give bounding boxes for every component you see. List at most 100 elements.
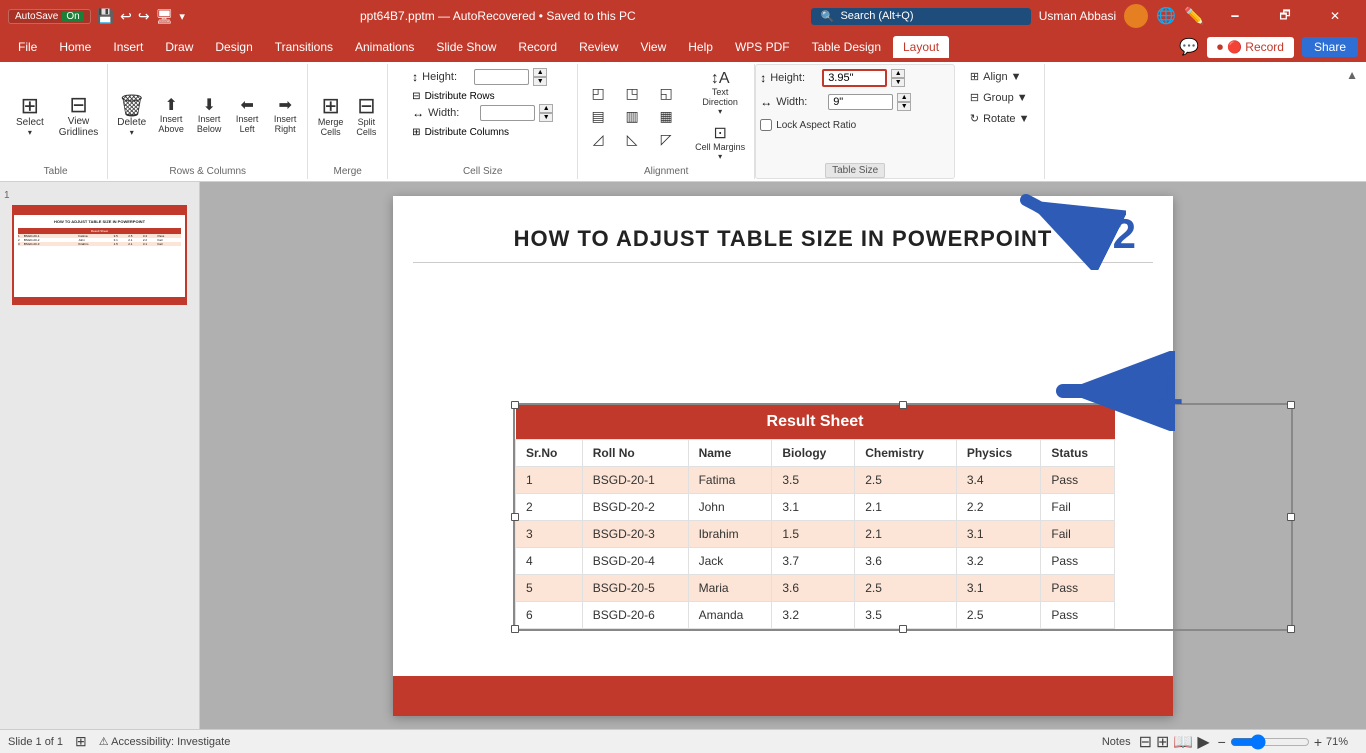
menu-animations[interactable]: Animations	[345, 36, 424, 58]
minimize-button[interactable]: 🗕	[1212, 0, 1258, 32]
menu-view[interactable]: View	[630, 36, 676, 58]
globe-icon[interactable]: 🌐	[1156, 6, 1176, 26]
zoom-in-icon[interactable]: +	[1314, 734, 1322, 750]
cell-width-spin[interactable]: ▲ ▼	[539, 104, 553, 122]
menu-tabledesign[interactable]: Table Design	[802, 36, 891, 58]
view-gridlines-button[interactable]: ⊟ ViewGridlines	[54, 91, 103, 141]
pen-icon[interactable]: ✏️	[1184, 6, 1204, 26]
lock-aspect-checkbox[interactable]	[760, 119, 772, 131]
ribbon-collapse[interactable]: ▲	[1342, 64, 1362, 179]
handle-bl[interactable]	[511, 625, 519, 633]
menu-layout[interactable]: Layout	[893, 36, 949, 58]
fit-icon[interactable]: ⊞	[75, 733, 87, 750]
align-top-right[interactable]: ◱	[650, 83, 682, 104]
handle-tm[interactable]	[899, 401, 907, 409]
align-top-left[interactable]: ◰	[582, 83, 614, 104]
rotate-dropdown-button[interactable]: ↻ Rotate ▼	[964, 110, 1036, 127]
table-container[interactable]: Result Sheet Sr.No Roll No Name Biology …	[513, 403, 1293, 631]
menu-home[interactable]: Home	[49, 36, 101, 58]
search-bar[interactable]: 🔍 Search (Alt+Q)	[811, 8, 1031, 25]
table-group-label: Table	[44, 164, 68, 177]
cell-height-input[interactable]	[474, 69, 529, 85]
split-cells-button[interactable]: ⊟ SplitCells	[350, 92, 382, 140]
handle-tr[interactable]	[1287, 401, 1295, 409]
notes-button[interactable]: Notes	[1102, 736, 1131, 748]
insert-right-button[interactable]: ➡ Insert Right	[267, 95, 303, 137]
zoom-out-icon[interactable]: −	[1218, 734, 1226, 750]
table-height-up[interactable]: ▲	[891, 69, 905, 78]
autosave-toggle[interactable]: AutoSave On	[8, 9, 91, 24]
delete-button[interactable]: 🗑 Delete ▾	[112, 92, 151, 140]
undo-icon[interactable]: ↩	[120, 8, 132, 25]
table-width-down[interactable]: ▼	[897, 102, 911, 111]
restore-button[interactable]: 🗗	[1262, 0, 1308, 32]
zoom-slider[interactable]	[1230, 734, 1310, 750]
align-mid-left[interactable]: ▤	[582, 106, 614, 127]
cell-height-up[interactable]: ▲	[533, 68, 547, 77]
table-height-down[interactable]: ▼	[891, 78, 905, 87]
menu-insert[interactable]: Insert	[103, 36, 153, 58]
normal-view-icon[interactable]: ⊟	[1139, 732, 1152, 752]
table-height-input[interactable]	[822, 69, 887, 87]
align-dropdown-button[interactable]: ⊞ Align ▼	[964, 68, 1028, 85]
handle-br[interactable]	[1287, 625, 1295, 633]
select-button[interactable]: ⊞ Select ▾	[8, 89, 52, 143]
cell-width-up[interactable]: ▲	[539, 104, 553, 113]
slide-thumbnail[interactable]: HOW TO ADJUST TABLE SIZE IN POWERPOINT R…	[12, 205, 187, 305]
close-button[interactable]: ✕	[1312, 0, 1358, 32]
align-bot-right[interactable]: ◸	[650, 129, 682, 150]
align-mid-right[interactable]: ▦	[650, 106, 682, 127]
comment-icon[interactable]: 💬	[1179, 37, 1199, 57]
main-area: 1 HOW TO ADJUST TABLE SIZE IN POWERPOINT…	[0, 182, 1366, 729]
menu-review[interactable]: Review	[569, 36, 628, 58]
table-width-input[interactable]	[828, 94, 893, 110]
handle-bm[interactable]	[899, 625, 907, 633]
insert-above-button[interactable]: ⬆ InsertAbove	[153, 95, 189, 137]
monitor-icon[interactable]: 🖥	[156, 8, 174, 25]
distribute-rows-label[interactable]: Distribute Rows	[425, 91, 495, 102]
menu-draw[interactable]: Draw	[155, 36, 203, 58]
select-label: Select	[16, 117, 44, 128]
menu-wpspdf[interactable]: WPS PDF	[725, 36, 800, 58]
align-bot-left[interactable]: ◿	[582, 129, 614, 150]
table-height-spin[interactable]: ▲ ▼	[891, 69, 905, 87]
merge-cells-button[interactable]: ⊞ MergeCells	[313, 92, 349, 140]
slide-sorter-icon[interactable]: ⊞	[1156, 732, 1169, 752]
table-width-up[interactable]: ▲	[897, 93, 911, 102]
zoom-level[interactable]: 71%	[1326, 736, 1358, 748]
menu-help[interactable]: Help	[678, 36, 723, 58]
cell-margins-button[interactable]: ⊡ Cell Margins ▾	[690, 123, 750, 164]
handle-ml[interactable]	[511, 513, 519, 521]
handle-tl[interactable]	[511, 401, 519, 409]
align-bot-center[interactable]: ◺	[616, 129, 648, 150]
align-mid-center[interactable]: ▥	[616, 106, 648, 127]
collapse-icon[interactable]: ▲	[1346, 68, 1358, 82]
insert-left-button[interactable]: ⬅ InsertLeft	[229, 95, 265, 137]
share-button[interactable]: Share	[1302, 37, 1358, 57]
record-button[interactable]: ⏺ 🔴 Record	[1207, 37, 1294, 58]
cell-width-input[interactable]	[480, 105, 535, 121]
cell-height-down[interactable]: ▼	[533, 77, 547, 86]
redo-icon[interactable]: ↪	[138, 8, 150, 25]
align-row-3: ◿ ◺ ◸	[582, 129, 682, 150]
insert-below-button[interactable]: ⬇ InsertBelow	[191, 95, 227, 137]
slide-canvas: HOW TO ADJUST TABLE SIZE IN POWERPOINT R…	[200, 182, 1366, 729]
menu-slideshow[interactable]: Slide Show	[426, 36, 506, 58]
table-width-spin[interactable]: ▲ ▼	[897, 93, 911, 111]
cell-width-down[interactable]: ▼	[539, 113, 553, 122]
slideshow-icon[interactable]: ▶	[1197, 732, 1209, 752]
text-direction-button[interactable]: ↕A TextDirection ▾	[690, 68, 750, 119]
group-dropdown-button[interactable]: ⊟ Group ▼	[964, 89, 1034, 106]
dropdown-icon[interactable]: ▾	[179, 10, 185, 23]
menu-file[interactable]: File	[8, 36, 47, 58]
menu-record[interactable]: Record	[508, 36, 567, 58]
cell-height-spin[interactable]: ▲ ▼	[533, 68, 547, 86]
distribute-cols-label[interactable]: Distribute Columns	[425, 127, 509, 138]
menu-design[interactable]: Design	[205, 36, 262, 58]
save-icon[interactable]: 💾	[97, 8, 114, 25]
align-top-center[interactable]: ◳	[616, 83, 648, 104]
accessibility-label[interactable]: ⚠ Accessibility: Investigate	[99, 735, 231, 748]
reading-view-icon[interactable]: 📖	[1173, 732, 1193, 752]
handle-mr[interactable]	[1287, 513, 1295, 521]
menu-transitions[interactable]: Transitions	[265, 36, 343, 58]
